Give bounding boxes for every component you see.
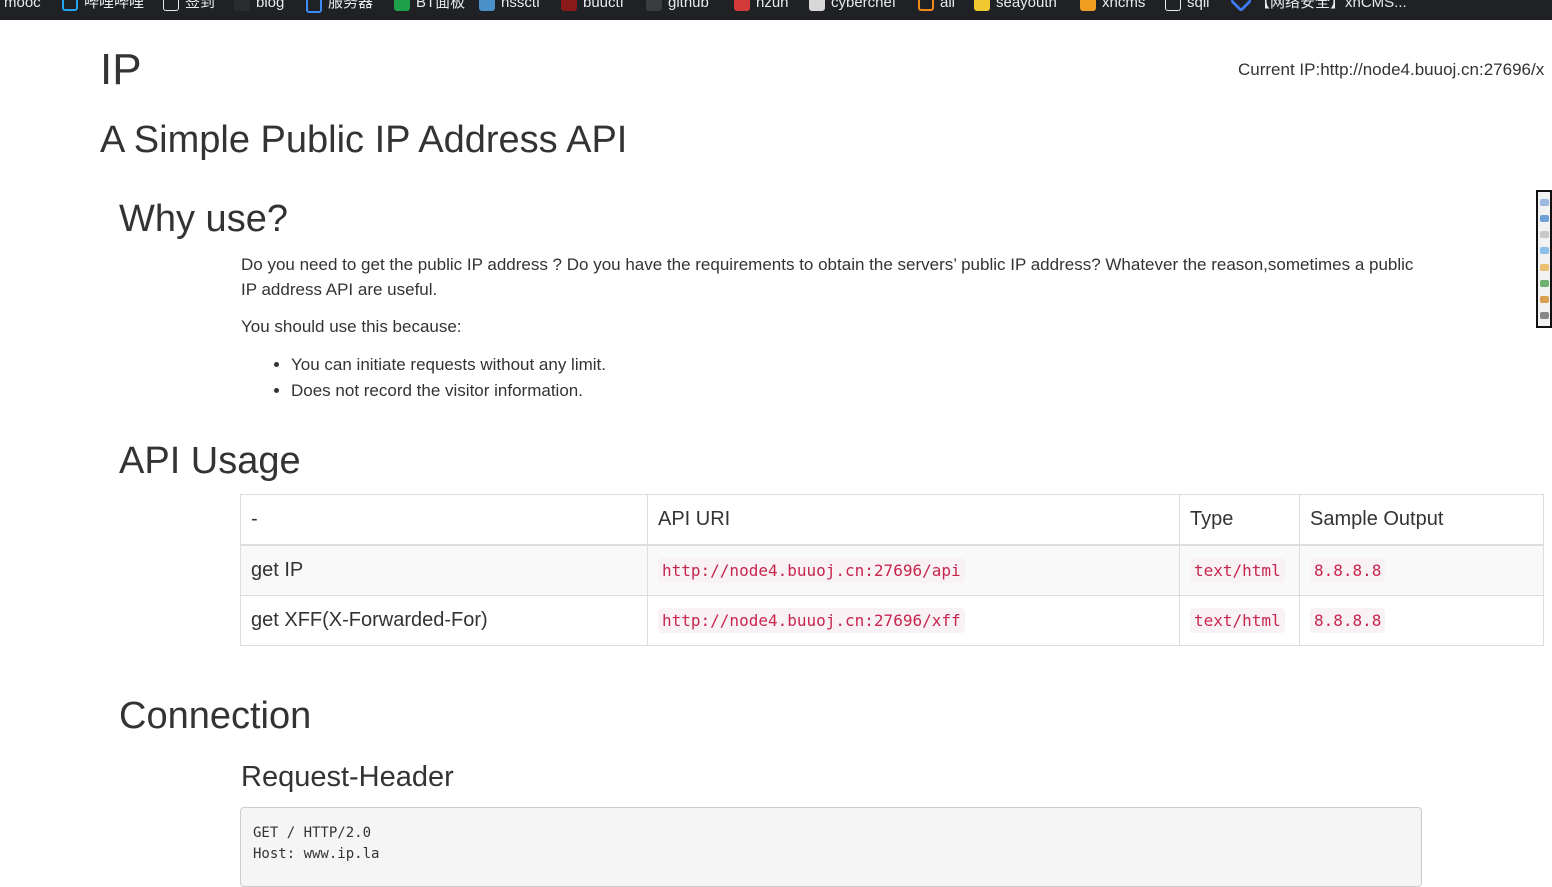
- bookmark-label: 【网络安全】xhCMS...: [1255, 0, 1407, 11]
- api-usage-heading: API Usage: [119, 440, 301, 482]
- table-header-row: - API URI Type Sample Output: [240, 494, 1544, 546]
- table-row: get IP http://node4.buuoj.cn:27696/api t…: [240, 544, 1544, 596]
- globe-icon: [163, 0, 179, 11]
- current-ip-text: Current IP:http://node4.buuoj.cn:27696/x: [1238, 60, 1545, 79]
- column-header-sample: Sample Output: [1299, 494, 1544, 546]
- bookmark-label: nssctf: [501, 0, 541, 11]
- request-line: Host: www.ip.la: [253, 846, 380, 862]
- xhcms-icon: [1080, 0, 1096, 11]
- bookmark-checkin[interactable]: 签到: [163, 0, 215, 13]
- widget-thumbnail: [1539, 214, 1549, 222]
- table-row: get XFF(X-Forwarded-For) http://node4.bu…: [240, 595, 1544, 646]
- row-type-cell: text/html: [1179, 595, 1300, 646]
- widget-thumbnail: [1539, 198, 1549, 206]
- reasons-list: You can initiate requests without any li…: [241, 352, 606, 404]
- bookmark-server[interactable]: 服务器: [306, 0, 373, 13]
- page-title: IP: [100, 45, 142, 94]
- bookmark-label: xhcms: [1102, 0, 1146, 11]
- bookmark-buuctf[interactable]: buuctf: [561, 0, 624, 13]
- row-uri-cell: http://node4.buuoj.cn:27696/xff: [647, 595, 1180, 646]
- bookmark-label: all: [940, 0, 956, 11]
- why-use-heading: Why use?: [119, 198, 288, 240]
- api-uri-code: http://node4.buuoj.cn:27696/xff: [658, 608, 965, 633]
- page-subtitle: A Simple Public IP Address API: [100, 119, 628, 161]
- bookmark-hzun[interactable]: hzun: [734, 0, 789, 13]
- request-header-code-block: GET / HTTP/2.0 Host: www.ip.la: [240, 807, 1422, 887]
- widget-thumbnail: [1539, 279, 1549, 287]
- type-code: text/html: [1190, 608, 1285, 633]
- row-uri-cell: http://node4.buuoj.cn:27696/api: [647, 544, 1180, 596]
- widget-thumbnail: [1539, 263, 1549, 271]
- bookmark-bilibili[interactable]: 哔哩哔哩: [62, 0, 144, 13]
- column-header-name: -: [240, 494, 648, 546]
- bookmark-seayouth[interactable]: seayouth: [974, 0, 1057, 13]
- bookmark-cyberchef[interactable]: cyberchef: [809, 0, 896, 13]
- github-icon: [646, 0, 662, 11]
- bookmark-label: sqli: [1187, 0, 1210, 11]
- list-item: You can initiate requests without any li…: [291, 352, 606, 378]
- bookmark-label: blog: [256, 0, 285, 11]
- request-line: GET / HTTP/2.0: [253, 825, 372, 841]
- why-use-intro: You should use this because:: [241, 317, 462, 336]
- bookmark-blog[interactable]: blog: [234, 0, 284, 13]
- column-header-type: Type: [1179, 494, 1300, 546]
- chevron-icon: [1229, 0, 1253, 13]
- request-header-heading: Request-Header: [241, 761, 454, 793]
- floating-side-widget[interactable]: [1536, 190, 1552, 328]
- bookmark-all[interactable]: all: [918, 0, 955, 13]
- bookmark-github[interactable]: github: [646, 0, 709, 13]
- bookmark-label: BT面板: [416, 0, 466, 11]
- buuctf-icon: [561, 0, 577, 11]
- widget-thumbnail: [1539, 312, 1549, 320]
- row-name-cell: get XFF(X-Forwarded-For): [240, 595, 648, 646]
- bookmark-xhcms[interactable]: xhcms: [1080, 0, 1145, 13]
- bookmark-label: 哔哩哔哩: [84, 0, 145, 11]
- widget-thumbnail: [1539, 247, 1549, 255]
- seayouth-icon: [974, 0, 990, 11]
- api-uri-code: http://node4.buuoj.cn:27696/api: [658, 558, 965, 583]
- cyberchef-icon: [809, 0, 825, 11]
- why-use-paragraph: Do you need to get the public IP address…: [241, 255, 1414, 299]
- connection-heading: Connection: [119, 695, 312, 737]
- nssctf-icon: [479, 0, 495, 11]
- bookmark-label: hzun: [756, 0, 789, 11]
- row-sample-cell: 8.8.8.8: [1299, 544, 1544, 596]
- widget-thumbnail: [1539, 231, 1549, 239]
- column-header-uri: API URI: [647, 494, 1180, 546]
- list-item: Does not record the visitor information.: [291, 378, 606, 404]
- sample-output-code: 8.8.8.8: [1310, 608, 1386, 633]
- bookmark-label: github: [668, 0, 709, 11]
- bookmark-security-xhcms[interactable]: 【网络安全】xhCMS...: [1229, 0, 1407, 13]
- bookmarks-bar: mooc 哔哩哔哩 签到 blog 服务器 BT面板 nssctf buuctf…: [0, 0, 1552, 20]
- globe-icon: [1165, 0, 1181, 11]
- bookmark-nssctf[interactable]: nssctf: [479, 0, 540, 13]
- row-sample-cell: 8.8.8.8: [1299, 595, 1544, 646]
- bookmark-label: cyberchef: [831, 0, 897, 11]
- bookmark-label: 服务器: [328, 0, 374, 11]
- widget-thumbnail: [1539, 296, 1549, 304]
- bilibili-icon: [62, 0, 78, 11]
- bookmark-label: seayouth: [996, 0, 1057, 11]
- bookmark-label: 签到: [185, 0, 216, 11]
- blog-icon: [234, 0, 250, 11]
- all-icon: [918, 0, 934, 11]
- bookmark-mooc[interactable]: mooc: [4, 0, 41, 13]
- row-type-cell: text/html: [1179, 544, 1300, 596]
- bookmark-bt-panel[interactable]: BT面板: [394, 0, 465, 13]
- bookmark-sqli[interactable]: sqli: [1165, 0, 1210, 13]
- sample-output-code: 8.8.8.8: [1310, 558, 1386, 583]
- row-name-cell: get IP: [240, 544, 648, 596]
- bookmark-label: mooc: [4, 0, 41, 11]
- cloud-icon: [306, 0, 322, 13]
- bookmark-label: buuctf: [583, 0, 624, 11]
- api-usage-table: - API URI Type Sample Output get IP http…: [240, 494, 1544, 646]
- hzun-icon: [734, 0, 750, 11]
- bt-panel-icon: [394, 0, 410, 11]
- type-code: text/html: [1190, 558, 1285, 583]
